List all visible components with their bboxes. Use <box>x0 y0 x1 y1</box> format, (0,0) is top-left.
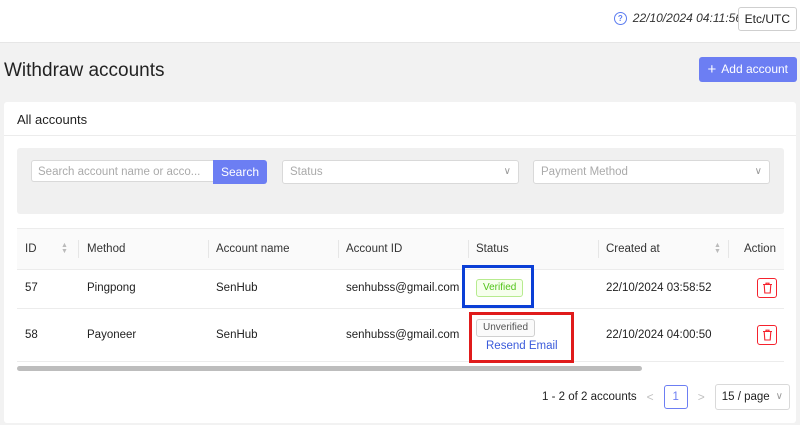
cell-account-name: SenHub <box>216 282 258 294</box>
divider <box>4 135 796 136</box>
search-button[interactable]: Search <box>213 160 267 184</box>
cell-account-name: SenHub <box>216 329 258 341</box>
chevron-down-icon: ∨ <box>754 166 762 177</box>
column-header-method: Method <box>87 243 126 255</box>
table-row: 58 Payoneer SenHub senhubss@gmail.com Un… <box>17 309 784 362</box>
column-header-action: Action <box>744 243 776 255</box>
filter-bar: Search account name or acco... Search St… <box>17 148 784 214</box>
table-row: 57 Pingpong SenHub senhubss@gmail.com Ve… <box>17 268 784 309</box>
column-divider <box>468 240 469 258</box>
page-size-select[interactable]: 15 / page ∨ <box>714 384 790 410</box>
plus-icon: + <box>707 61 717 78</box>
trash-icon <box>762 282 772 294</box>
column-divider <box>598 240 599 258</box>
chevron-down-icon: ∨ <box>775 391 783 402</box>
cell-id: 58 <box>25 329 38 341</box>
column-header-status: Status <box>476 243 509 255</box>
page-title: Withdraw accounts <box>4 60 165 81</box>
server-clock: ? 22/10/2024 04:11:56 <box>613 11 742 25</box>
column-header-account-name: Account name <box>216 243 290 255</box>
datetime-text: 22/10/2024 04:11:56 <box>632 11 742 25</box>
payment-select-placeholder: Payment Method <box>541 166 628 178</box>
cell-method: Payoneer <box>87 329 137 341</box>
cell-created-at: 22/10/2024 03:58:52 <box>606 282 712 294</box>
pagination: 1 - 2 of 2 accounts < 1 > 15 / page ∨ <box>542 384 790 410</box>
column-divider <box>338 240 339 258</box>
add-account-button[interactable]: + Add account <box>698 57 797 82</box>
add-account-label: Add account <box>721 62 788 76</box>
table-header: ID ▲ ▼ Method Account name Account ID Sta… <box>17 228 784 270</box>
timezone-selector[interactable]: Etc/UTC <box>737 7 797 31</box>
cell-action <box>757 309 777 361</box>
status-select-placeholder: Status <box>290 166 323 178</box>
info-circle-icon[interactable]: ? <box>613 11 627 25</box>
horizontal-scrollbar[interactable] <box>17 366 642 371</box>
highlight-box-verified <box>462 265 534 308</box>
cell-method: Pingpong <box>87 282 136 294</box>
column-header-created-at[interactable]: Created at <box>606 229 660 269</box>
delete-button[interactable] <box>757 278 777 298</box>
column-divider <box>728 240 729 258</box>
cell-account-id: senhubss@gmail.com <box>346 282 460 294</box>
cell-created-at: 22/10/2024 04:00:50 <box>606 329 712 341</box>
page-size-value: 15 / page <box>721 391 770 403</box>
highlight-box-unverified <box>469 312 574 363</box>
card-title: All accounts <box>17 112 88 127</box>
pagination-summary: 1 - 2 of 2 accounts <box>542 391 637 403</box>
page-button-current[interactable]: 1 <box>663 385 688 409</box>
delete-button[interactable] <box>757 325 777 345</box>
sort-icon[interactable]: ▲ ▼ <box>714 242 721 255</box>
column-header-account-id: Account ID <box>346 243 403 255</box>
status-select[interactable]: Status ∨ <box>282 160 519 184</box>
cell-action <box>757 268 777 308</box>
cell-id: 57 <box>25 282 38 294</box>
search-input[interactable]: Search account name or acco... <box>31 160 213 182</box>
column-divider <box>78 240 79 258</box>
cell-account-id: senhubss@gmail.com <box>346 329 460 341</box>
accounts-card: All accounts Search account name or acco… <box>4 102 796 423</box>
top-bar: ? 22/10/2024 04:11:56 Etc/UTC <box>0 0 800 43</box>
column-divider <box>208 240 209 258</box>
payment-method-select[interactable]: Payment Method ∨ <box>533 160 770 184</box>
trash-icon <box>762 329 772 341</box>
chevron-down-icon: ∨ <box>503 166 511 177</box>
chevron-right-icon[interactable]: > <box>698 390 705 404</box>
chevron-left-icon[interactable]: < <box>647 390 654 404</box>
sort-icon[interactable]: ▲ ▼ <box>61 242 68 255</box>
